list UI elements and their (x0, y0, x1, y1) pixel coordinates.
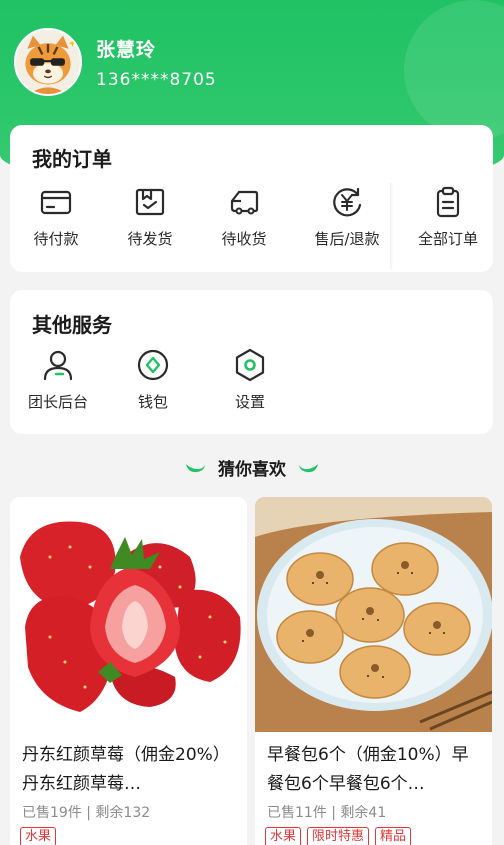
service-settings[interactable]: 设置 (205, 348, 295, 412)
my-orders-title: 我的订单 (32, 147, 112, 171)
recommend-heading: 猜你喜欢 (0, 455, 504, 480)
other-services-title: 其他服务 (32, 313, 112, 337)
profile-section[interactable]: 张慧玲 136****8705 (14, 28, 217, 96)
product-tag: 水果 (20, 827, 57, 845)
product-sales-info: 已售19件 | 剩余132 (22, 805, 151, 821)
product-title[interactable]: 早餐包6个（佣金10%）早餐包6个早餐包6个… (267, 741, 485, 799)
order-pending-receipt[interactable]: 待收货 (199, 185, 289, 249)
product-tag: 水果 (265, 827, 302, 845)
recommend-title: 猜你喜欢 (218, 460, 286, 480)
header-decoration (404, 0, 504, 140)
product-sales-info: 已售11件 | 剩余41 (267, 805, 387, 821)
product-title[interactable]: 丹东红颜草莓（佣金20%）丹东红颜草莓… (22, 741, 240, 799)
leaf-left-icon (186, 463, 206, 472)
order-after-sales-label: 售后/退款 (314, 230, 380, 248)
wallet-icon (40, 190, 72, 215)
product-tag: 精品 (375, 827, 412, 845)
wallet-coin-icon (137, 349, 169, 381)
profile-text: 张慧玲 136****8705 (96, 35, 217, 90)
orders-divider (390, 183, 393, 269)
order-all-label: 全部订单 (417, 230, 478, 248)
package-icon (135, 188, 165, 216)
avatar[interactable] (14, 28, 82, 96)
settings-hex-icon (235, 348, 265, 382)
service-wallet-label: 钱包 (137, 393, 168, 411)
product-tags: 水果 (20, 827, 57, 845)
service-wallet[interactable]: 钱包 (108, 348, 198, 412)
product-card[interactable]: 早餐包6个（佣金10%）早餐包6个早餐包6个… 已售11件 | 剩余41 水果 … (255, 497, 492, 845)
product-image-buns (255, 497, 492, 732)
service-leader-dashboard-label: 团长后台 (27, 393, 88, 411)
order-pending-shipment[interactable]: 待发货 (105, 185, 195, 249)
product-image-strawberries (10, 497, 247, 732)
user-icon (43, 350, 73, 381)
product-tag: 限时特惠 (307, 827, 370, 845)
truck-icon (230, 190, 259, 215)
leaf-right-icon (298, 463, 318, 472)
order-after-sales[interactable]: 售后/退款 (302, 185, 392, 249)
product-card[interactable]: 丹东红颜草莓（佣金20%）丹东红颜草莓… 已售19件 | 剩余132 水果 (10, 497, 247, 845)
refund-icon (333, 187, 362, 217)
service-settings-label: 设置 (234, 393, 265, 411)
order-pending-payment-label: 待付款 (33, 230, 79, 248)
product-tags: 水果 限时特惠 精品 (265, 827, 412, 845)
avatar-tiger-image (16, 30, 80, 94)
service-leader-dashboard[interactable]: 团长后台 (13, 348, 103, 412)
order-all[interactable]: 全部订单 (403, 185, 493, 249)
user-phone: 136****8705 (96, 69, 217, 90)
user-name: 张慧玲 (96, 38, 157, 61)
order-pending-shipment-label: 待发货 (127, 230, 173, 248)
order-pending-payment[interactable]: 待付款 (11, 185, 101, 249)
order-pending-receipt-label: 待收货 (221, 230, 267, 248)
other-services-card: 其他服务 团长后台 钱包 设置 (10, 290, 493, 434)
my-orders-card: 我的订单 待付款 待发货 待收货 售后/退款 全部订单 (10, 125, 493, 272)
clipboard-icon (436, 186, 460, 218)
